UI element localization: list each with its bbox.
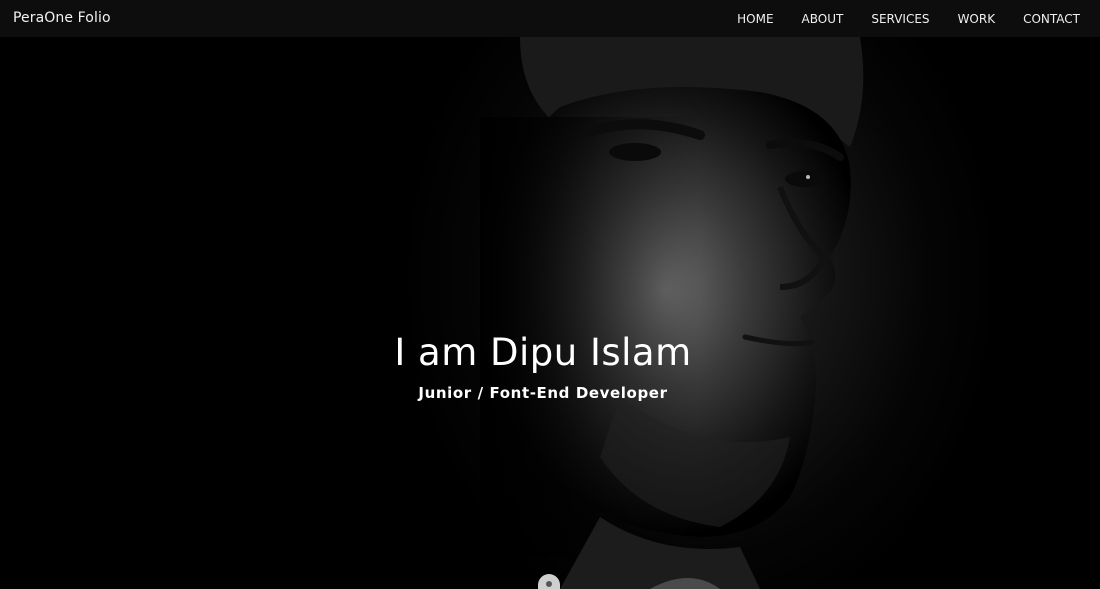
hero-portrait-image [480, 37, 864, 589]
brand-logo[interactable]: PeraOne Folio [13, 10, 111, 26]
nav-link-work[interactable]: WORK [958, 12, 996, 26]
page: PeraOne Folio HOME ABOUT SERVICES WORK C… [0, 0, 1100, 589]
mouse-scroll-icon[interactable] [536, 572, 562, 589]
nav-menu: HOME ABOUT SERVICES WORK CONTACT [709, 0, 1080, 37]
navbar: PeraOne Folio HOME ABOUT SERVICES WORK C… [0, 0, 1100, 37]
nav-link-contact[interactable]: CONTACT [1023, 12, 1080, 26]
hero-subtitle: Junior / Font-End Developer [418, 384, 668, 402]
hero-title: I am Dipu Islam [394, 331, 692, 374]
nav-link-services[interactable]: SERVICES [871, 12, 929, 26]
hero-section: I am Dipu Islam Junior / Font-End Develo… [0, 37, 1100, 589]
nav-link-about[interactable]: ABOUT [802, 12, 844, 26]
nav-link-home[interactable]: HOME [737, 12, 773, 26]
